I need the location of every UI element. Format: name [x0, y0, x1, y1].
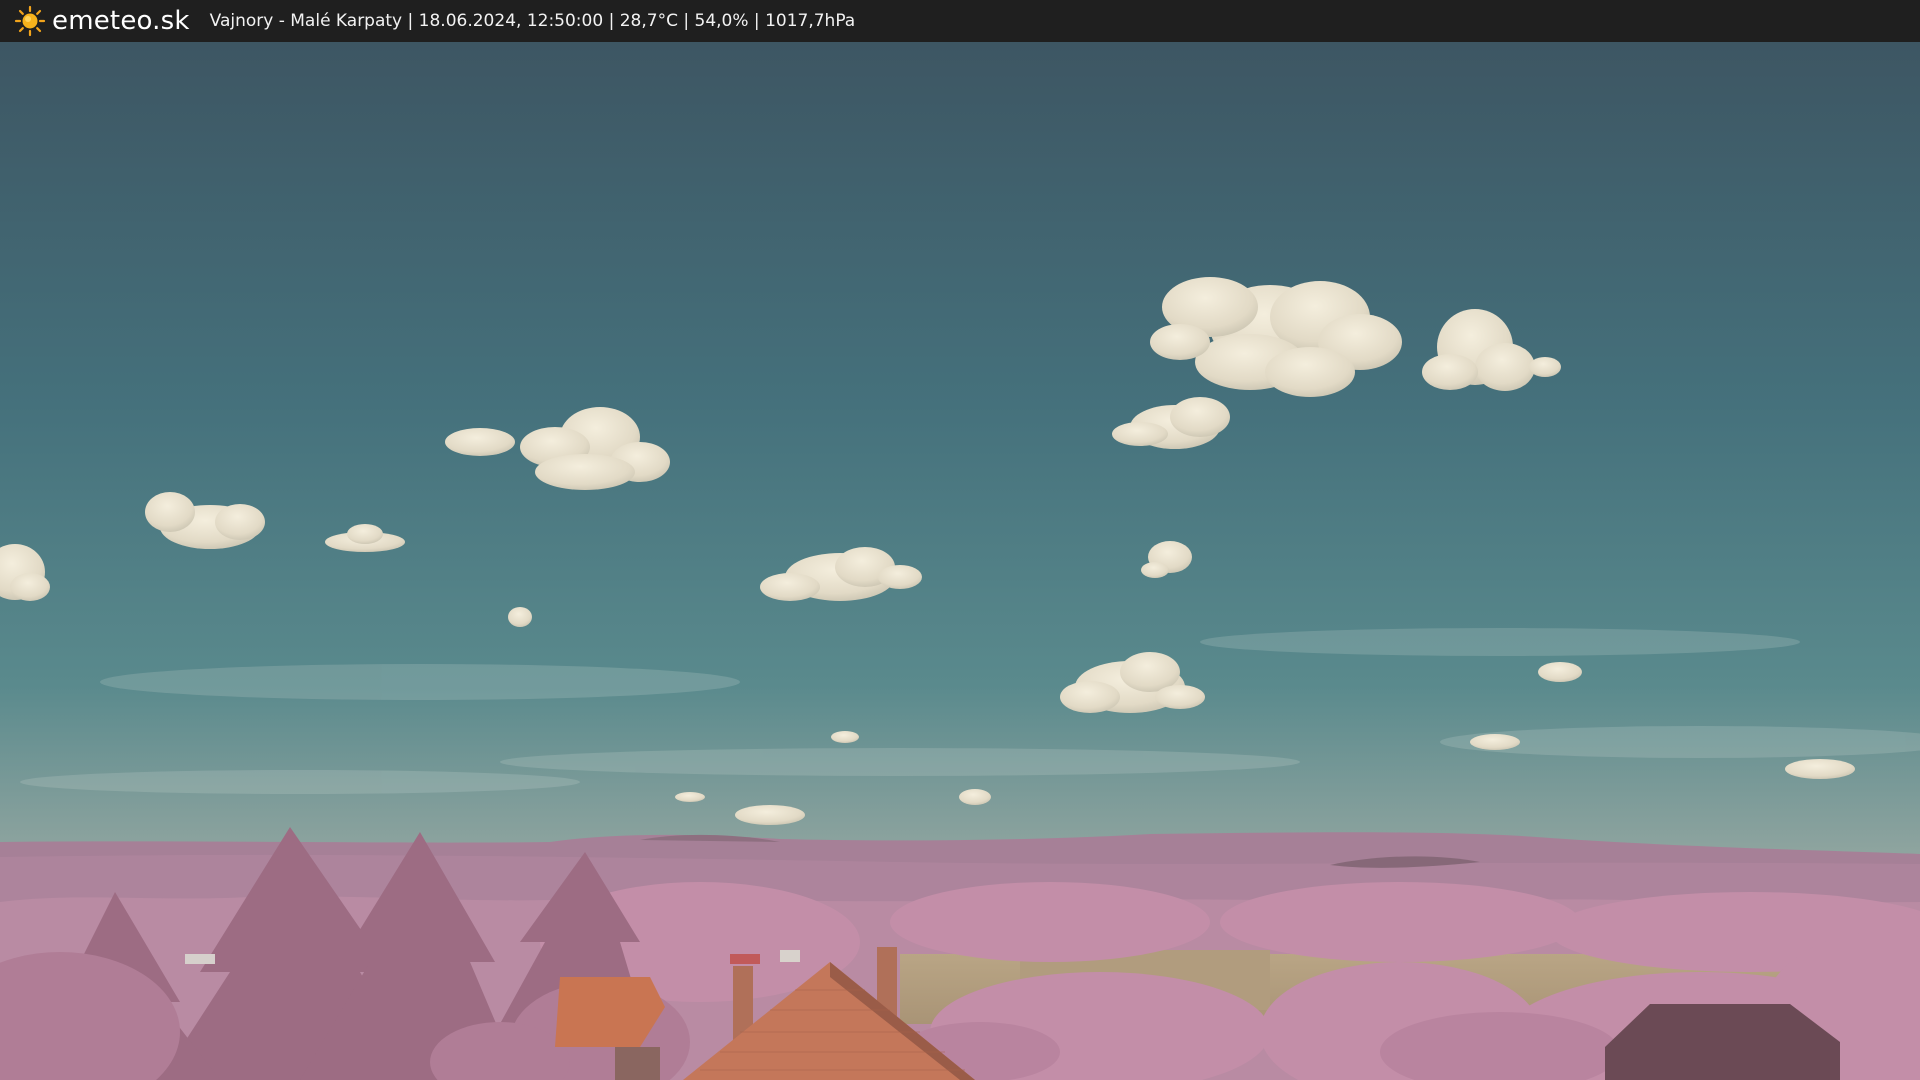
datetime-label: 18.06.2024, 12:50:00: [418, 11, 604, 31]
emeteo-logo[interactable]: emeteo.sk: [14, 5, 190, 37]
separator: |: [677, 11, 695, 31]
webcam-image: [0, 42, 1920, 1080]
header-bar: emeteo.sk Vajnory - Malé Karpaty | 18.06…: [0, 0, 1920, 42]
distant-building: [185, 954, 215, 964]
temperature-label: 28,7°C: [619, 11, 678, 31]
separator: |: [748, 11, 766, 31]
distant-building: [780, 950, 800, 962]
pressure-label: 1017,7hPa: [765, 11, 856, 31]
separator: |: [402, 11, 419, 31]
sun-icon: [14, 5, 46, 37]
distant-building: [730, 954, 760, 964]
station-info: Vajnory - Malé Karpaty | 18.06.2024, 12:…: [210, 11, 856, 31]
location-label: Vajnory - Malé Karpaty: [209, 11, 403, 31]
separator: |: [603, 11, 620, 31]
humidity-label: 54,0%: [694, 11, 749, 31]
house-wall: [615, 1047, 660, 1080]
right-house: [1605, 1004, 1840, 1080]
brand-name: emeteo.sk: [52, 6, 190, 36]
